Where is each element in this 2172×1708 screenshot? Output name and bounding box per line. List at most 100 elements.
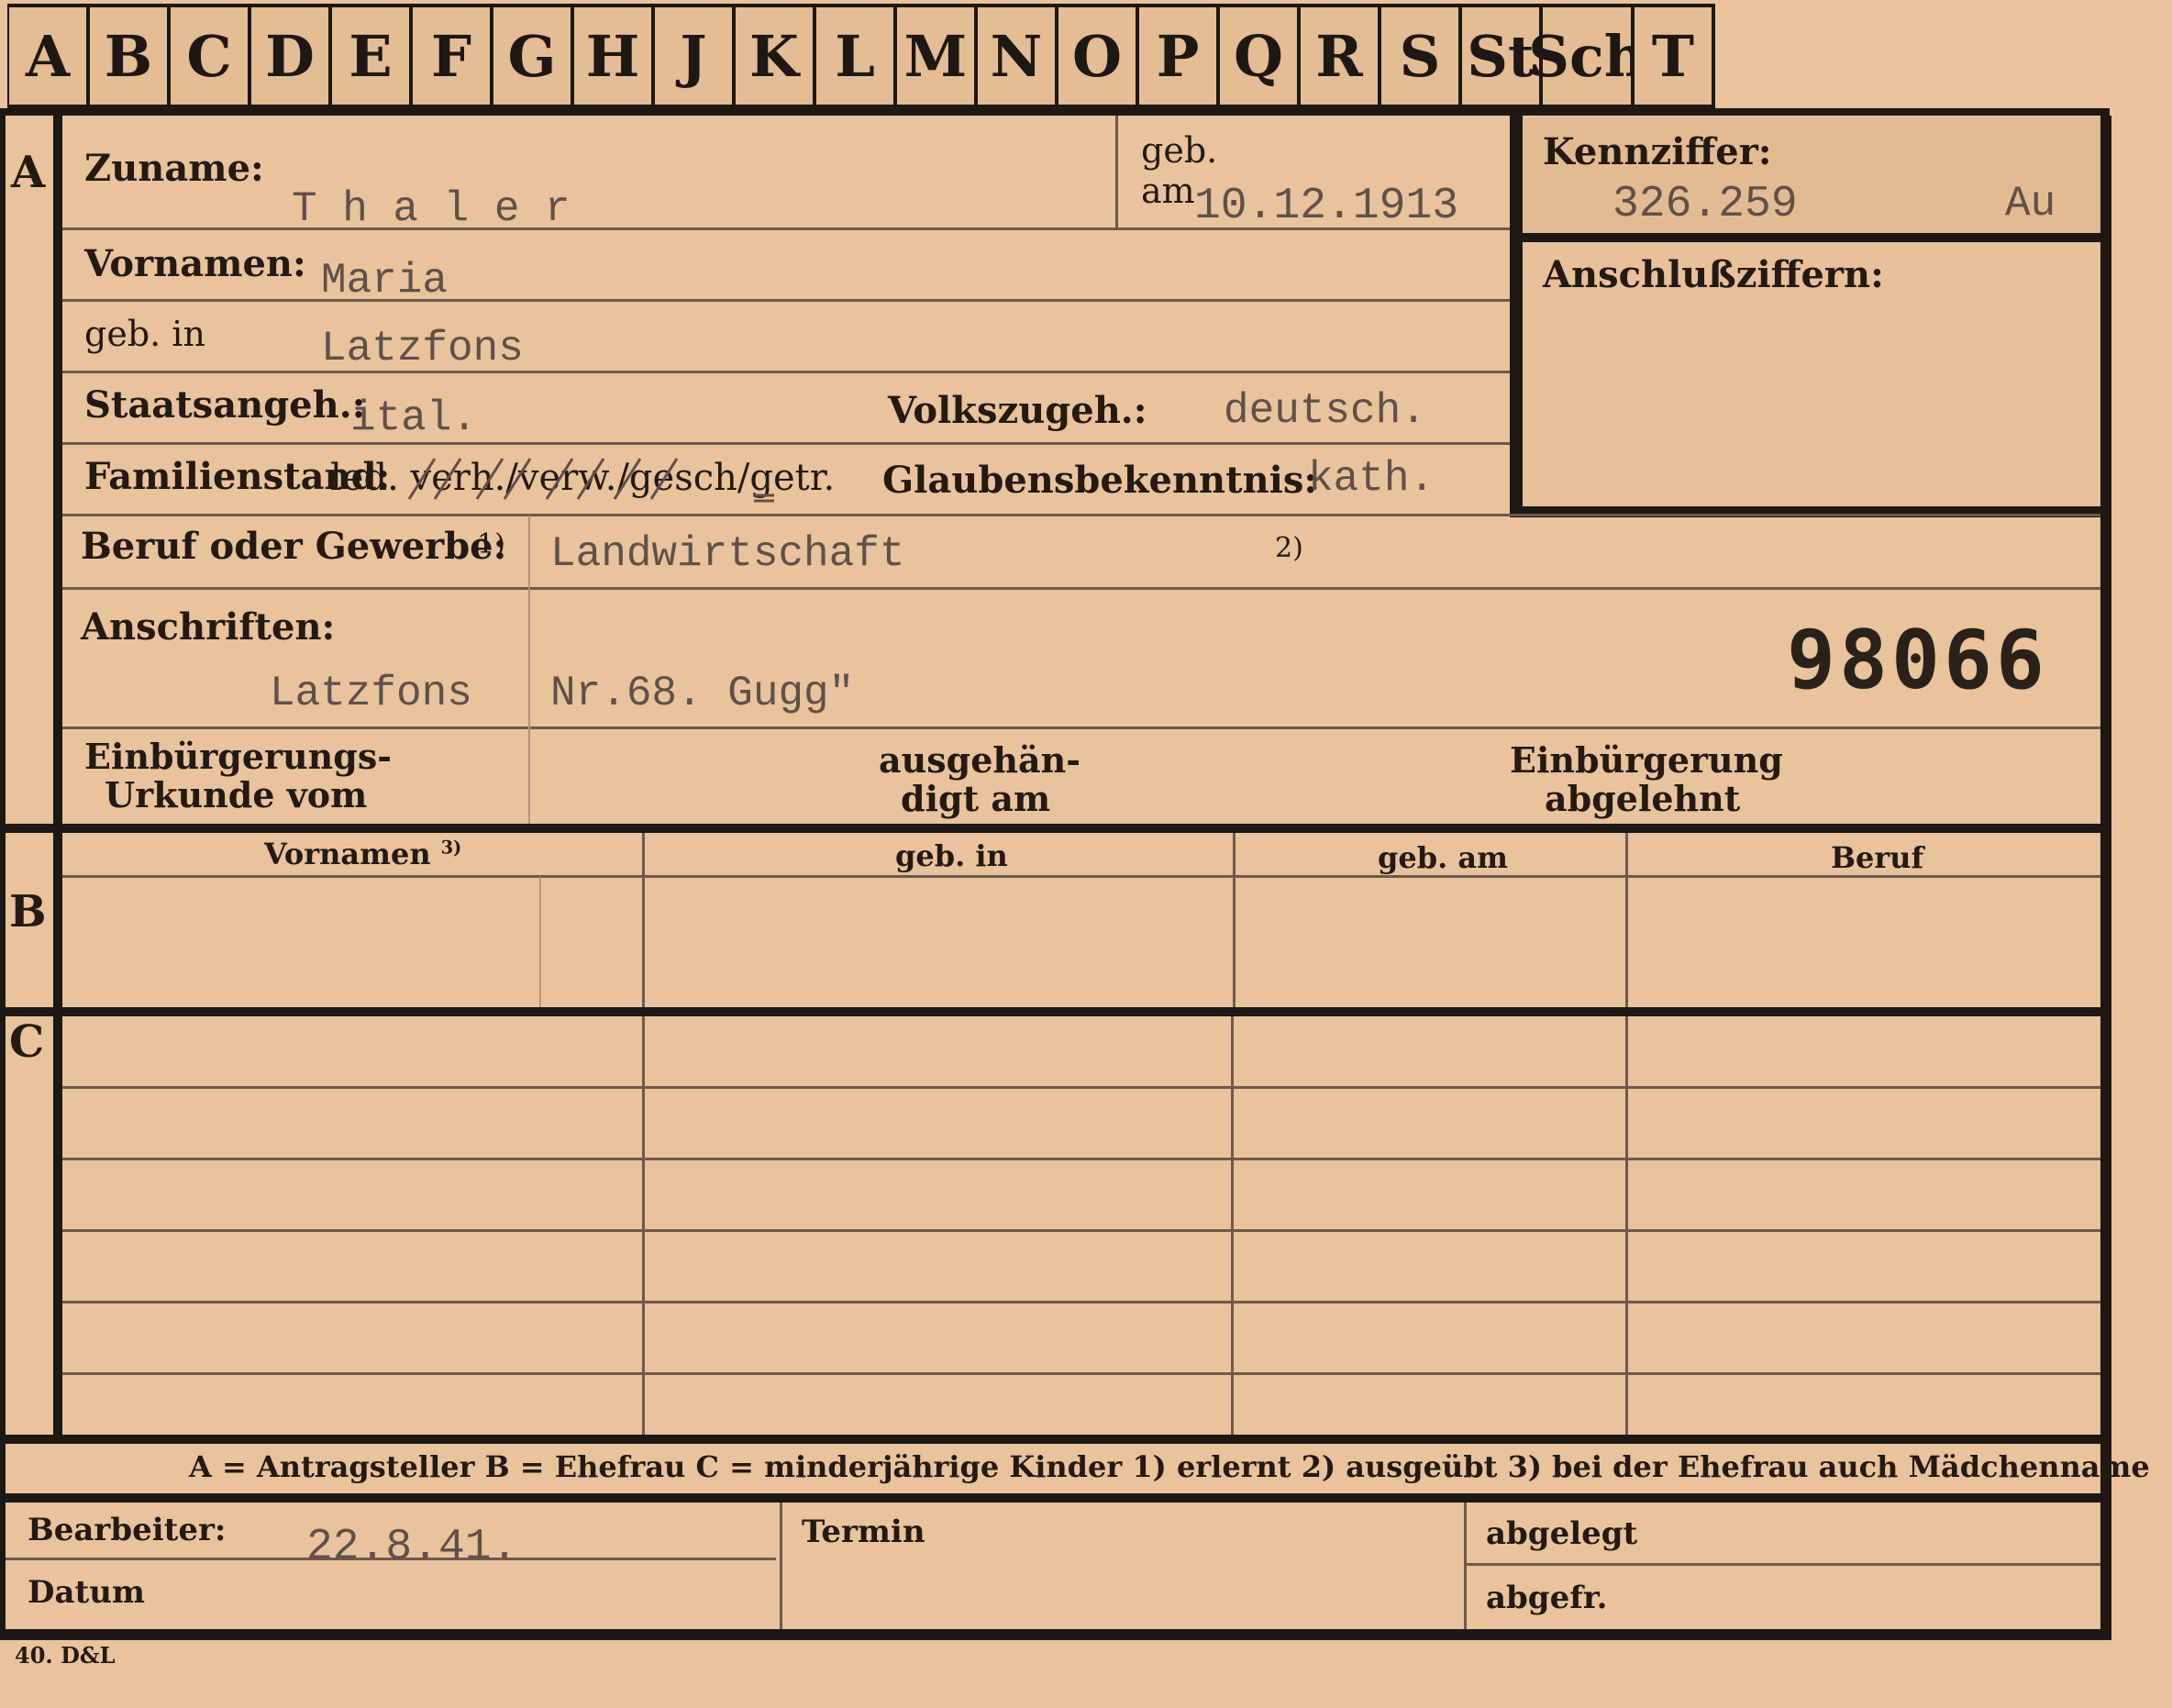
abgelegt-label: abgelegt (1486, 1515, 1638, 1552)
bearbeiter-value: 22.8.41. (306, 1523, 518, 1572)
frame-right (2100, 116, 2111, 1638)
einb-urkunde-label-1: Einbürgerungs- (84, 736, 393, 777)
tab-k[interactable]: K (736, 7, 813, 105)
anschluss-label: Anschlußziffern: (1543, 253, 1884, 296)
volkszugeh-label: Volkszugeh.: (888, 389, 1147, 432)
zuname-label: Zuname: (84, 147, 264, 190)
tab-h[interactable]: H (574, 7, 651, 105)
c-col-1 (642, 1016, 645, 1435)
am-label: am (1141, 171, 1195, 211)
beruf-value-divider (528, 516, 530, 824)
table-header-beruf: Beruf (1831, 840, 1924, 875)
tab-e[interactable]: E (332, 7, 409, 105)
tab-t[interactable]: T (1635, 7, 1712, 105)
beruf-footnote-2: 2) (1275, 532, 1303, 564)
tab-g[interactable]: G (493, 7, 571, 105)
section-a-letter: A (11, 147, 46, 198)
table-header-geb-in: geb. in (895, 838, 1008, 873)
glaubens-label: Glaubensbekenntnis: (882, 459, 1318, 502)
geb-in-label: geb. in (84, 314, 205, 354)
tab-n[interactable]: N (978, 7, 1055, 105)
staatsangeh-value: ital. (350, 394, 478, 442)
ausgeh-label-1: ausgehän- (879, 739, 1081, 781)
glaubens-value: kath. (1308, 455, 1435, 503)
vornamen-label: Vornamen: (84, 242, 306, 285)
tab-sch[interactable]: Sch (1528, 7, 1646, 105)
beruf-value: Landwirtschaft (550, 530, 905, 578)
b-col-2 (1233, 833, 1236, 1007)
frame-top (0, 108, 2110, 116)
tab-a[interactable]: A (9, 7, 86, 105)
beruf-footnote-1: 1) (477, 528, 505, 560)
tab-o[interactable]: O (1058, 7, 1136, 105)
einb-abgelehnt-label-2: abgelehnt (1545, 778, 1741, 819)
c-col-3 (1625, 1016, 1628, 1435)
tab-m[interactable]: M (897, 7, 974, 105)
tab-q[interactable]: Q (1220, 7, 1297, 105)
c-row-line (62, 1158, 2100, 1160)
anschrift-detail: Nr.68. Gugg" (550, 670, 855, 717)
b-header-line (62, 875, 2100, 878)
c-row-line (62, 1301, 2100, 1303)
beruf-label: Beruf oder Gewerbe: (81, 525, 507, 568)
stamp-number: 98066 (1787, 613, 2048, 707)
vornamen-value: Maria (321, 257, 449, 305)
kennziffer-value: 326.259 (1612, 180, 1798, 229)
tab-b[interactable]: B (90, 7, 167, 105)
printer-mark: 40. D&L (15, 1642, 116, 1669)
tab-d[interactable]: D (251, 7, 328, 105)
b-col-3 (1625, 833, 1628, 1007)
c-row-line (62, 1229, 2100, 1232)
legend-text: A = Antragsteller B = Ehefrau C = minder… (189, 1449, 2150, 1484)
alphabet-tab-strip: A B C D E F G H J K L M N O P Q R S St Sch T (7, 4, 1715, 108)
section-c-letter: C (9, 1016, 45, 1068)
tab-j[interactable]: J (655, 7, 732, 105)
einb-abgelehnt-label-1: Einbürgerung (1510, 739, 1783, 781)
tab-p[interactable]: P (1139, 7, 1216, 105)
kennziffer-bottom-border (1510, 233, 2111, 242)
termin-label: Termin (802, 1514, 925, 1550)
c-row-line (62, 1372, 2100, 1375)
table-header-geb-am: geb. am (1378, 840, 1508, 875)
section-b-bottom (0, 1007, 2110, 1016)
row-line-gebin (62, 371, 1510, 373)
section-a-bottom (0, 824, 2110, 833)
geb-am-divider (1115, 116, 1118, 227)
frame-bottom (0, 1629, 2111, 1640)
kennziffer-label: Kennziffer: (1543, 130, 1772, 173)
footer-col-2 (1464, 1503, 1467, 1629)
geb-am-value: 10.12.1913 (1194, 182, 1459, 231)
kennziffer-left-border (1510, 116, 1523, 517)
table-header-vornamen: Vornamen 3) (264, 837, 461, 871)
section-b-letter: B (9, 886, 47, 937)
c-row-line (62, 1086, 2100, 1089)
b-col-1 (642, 833, 645, 1007)
tab-f[interactable]: F (413, 7, 490, 105)
table-header-footnote: 3) (440, 837, 462, 859)
legend-bottom-line (0, 1493, 2110, 1503)
anschrift-place: Latzfons (270, 670, 472, 717)
frame-left-section (53, 108, 62, 1435)
ausgeh-label-2: digt am (901, 778, 1051, 819)
einb-urkunde-label-2: Urkunde vom (105, 774, 368, 815)
footer-mid-line-right (1466, 1563, 2100, 1566)
b-subcol (539, 877, 541, 1007)
footer-col-1 (780, 1503, 782, 1629)
row-line-staats (62, 442, 1510, 445)
staatsangeh-label: Staatsangeh.: (84, 383, 366, 427)
abgefr-label: abgefr. (1486, 1580, 1608, 1616)
tab-c[interactable]: C (171, 7, 248, 105)
row-line-vornamen (62, 299, 1510, 302)
c-col-2 (1231, 1016, 1234, 1435)
geb-label: geb. (1141, 130, 1218, 171)
legend-top-line (0, 1435, 2110, 1444)
tab-r[interactable]: R (1301, 7, 1378, 105)
tab-s[interactable]: S (1381, 7, 1458, 105)
volkszugeh-value: deutsch. (1224, 387, 1426, 435)
row-line-familien (62, 514, 2100, 516)
frame-left-outer (0, 108, 6, 1640)
tab-l[interactable]: L (816, 7, 893, 105)
geb-in-value: Latzfons (321, 325, 524, 372)
zuname-value: T h a l e r (292, 185, 571, 233)
datum-label: Datum (28, 1574, 145, 1611)
